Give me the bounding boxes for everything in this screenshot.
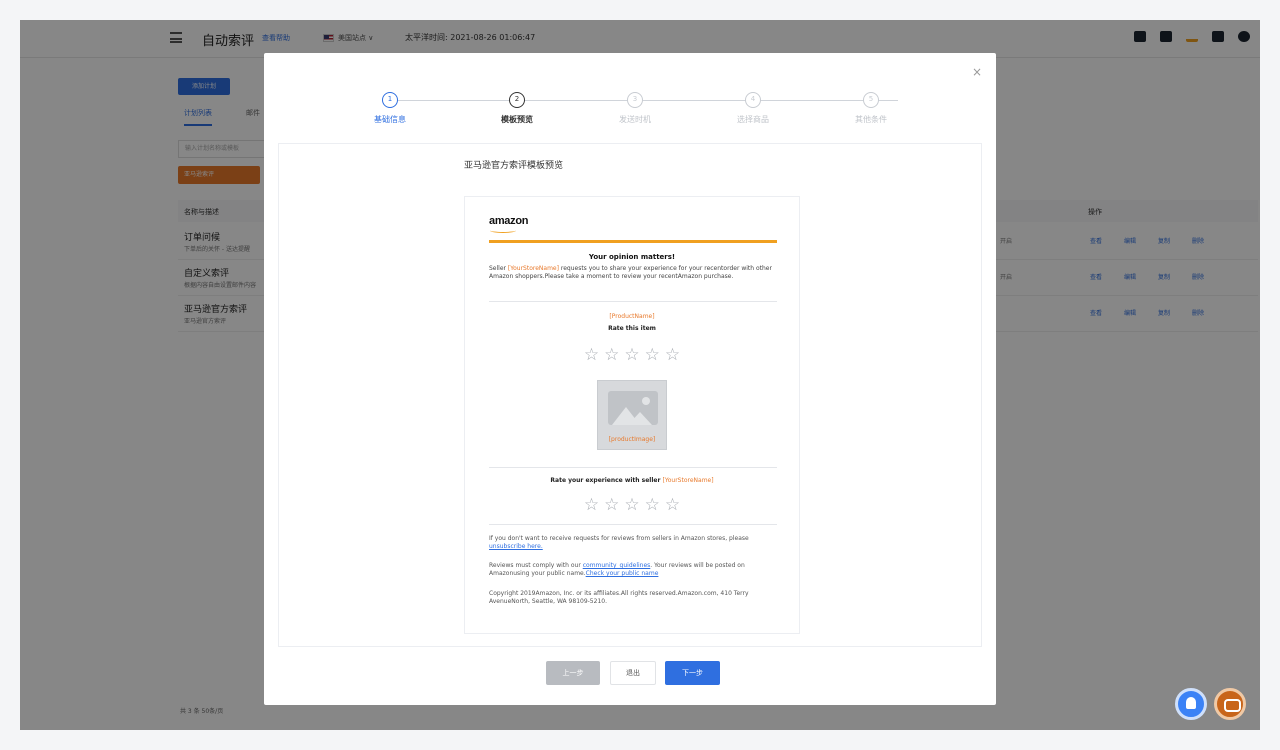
star-icon[interactable]: ☆ xyxy=(645,497,660,514)
step-number: 1 xyxy=(382,92,398,108)
public-name-link[interactable]: Check your public name xyxy=(586,570,659,577)
store-name-placeholder: [YourStoreName] xyxy=(662,477,714,484)
guidelines-link[interactable]: community_guidelines xyxy=(583,562,651,569)
divider xyxy=(489,467,777,468)
copyright-text: Copyright 2019Amazon, Inc. or its affili… xyxy=(489,590,749,605)
item-star-rating[interactable]: ☆ ☆ ☆ ☆ ☆ xyxy=(465,347,799,364)
step-label: 其他条件 xyxy=(855,115,887,124)
preview-panel: 亚马逊官方索评模板预览 amazon Your opinion matters!… xyxy=(278,143,982,647)
divider xyxy=(489,524,777,525)
amazon-smile-icon xyxy=(490,228,516,233)
previous-button[interactable]: 上一步 xyxy=(546,661,600,685)
intro-prefix: Seller xyxy=(489,265,508,272)
star-icon[interactable]: ☆ xyxy=(645,347,660,364)
star-icon[interactable]: ☆ xyxy=(604,497,619,514)
step-label: 模板预览 xyxy=(501,115,533,124)
product-image-placeholder: [productImage] xyxy=(597,380,667,450)
preview-title: 亚马逊官方索评模板预览 xyxy=(464,161,564,171)
step-template-preview[interactable]: 2 模板预览 xyxy=(477,91,557,125)
step-number: 5 xyxy=(863,92,879,108)
star-icon[interactable]: ☆ xyxy=(665,497,680,514)
next-button[interactable]: 下一步 xyxy=(665,661,720,685)
step-label: 发送时机 xyxy=(619,115,651,124)
step-progress: 1 基础信息 2 模板预览 3 发送时机 4 选择商品 5 其他条件 xyxy=(374,91,914,131)
product-name-placeholder: [ProductName] xyxy=(609,313,655,320)
divider xyxy=(489,301,777,302)
exit-button[interactable]: 退出 xyxy=(610,661,656,685)
step-label: 选择商品 xyxy=(737,115,769,124)
rate-item-label: Rate this item xyxy=(608,325,656,332)
step-number: 3 xyxy=(627,92,643,108)
unsubscribe-text: If you don't want to receive requests fo… xyxy=(489,535,779,551)
seller-star-rating[interactable]: ☆ ☆ ☆ ☆ ☆ xyxy=(465,497,799,514)
star-icon[interactable]: ☆ xyxy=(624,347,639,364)
rate-seller-label: Rate your experience with seller [YourSt… xyxy=(465,477,799,484)
step-send-timing[interactable]: 3 发送时机 xyxy=(595,91,675,125)
email-intro: Seller [YourStoreName] requests you to s… xyxy=(489,265,777,281)
template-preview-modal: × 1 基础信息 2 模板预览 3 发送时机 4 选择商品 5 其他条件 亚马逊… xyxy=(264,53,996,705)
star-icon[interactable]: ☆ xyxy=(584,497,599,514)
notification-bell-icon[interactable] xyxy=(1175,688,1207,720)
header-bar xyxy=(489,240,777,243)
step-basic-info[interactable]: 1 基础信息 xyxy=(350,91,430,125)
step-label: 基础信息 xyxy=(374,115,406,124)
star-icon[interactable]: ☆ xyxy=(604,347,619,364)
unsubscribe-prefix: If you don't want to receive requests fo… xyxy=(489,535,749,542)
rate-seller-prefix: Rate your experience with seller xyxy=(550,477,663,484)
step-number: 2 xyxy=(509,92,525,108)
amazon-logo: amazon xyxy=(489,215,529,227)
email-preview: amazon Your opinion matters! Seller [You… xyxy=(464,196,800,634)
image-icon xyxy=(608,391,658,425)
close-icon[interactable]: × xyxy=(972,65,982,79)
step-select-products[interactable]: 4 选择商品 xyxy=(713,91,793,125)
step-other-conditions[interactable]: 5 其他条件 xyxy=(831,91,911,125)
guidelines-prefix: Reviews must comply with our xyxy=(489,562,583,569)
guidelines-text: Reviews must comply with our community_g… xyxy=(489,562,779,578)
star-icon[interactable]: ☆ xyxy=(624,497,639,514)
star-icon[interactable]: ☆ xyxy=(584,347,599,364)
unsubscribe-link[interactable]: unsubscribe here. xyxy=(489,543,543,550)
chat-icon[interactable] xyxy=(1214,688,1246,720)
email-headline: Your opinion matters! xyxy=(588,253,676,261)
store-name-placeholder: [YourStoreName] xyxy=(507,265,559,272)
product-image-caption: [productImage] xyxy=(608,436,656,443)
step-number: 4 xyxy=(745,92,761,108)
star-icon[interactable]: ☆ xyxy=(665,347,680,364)
